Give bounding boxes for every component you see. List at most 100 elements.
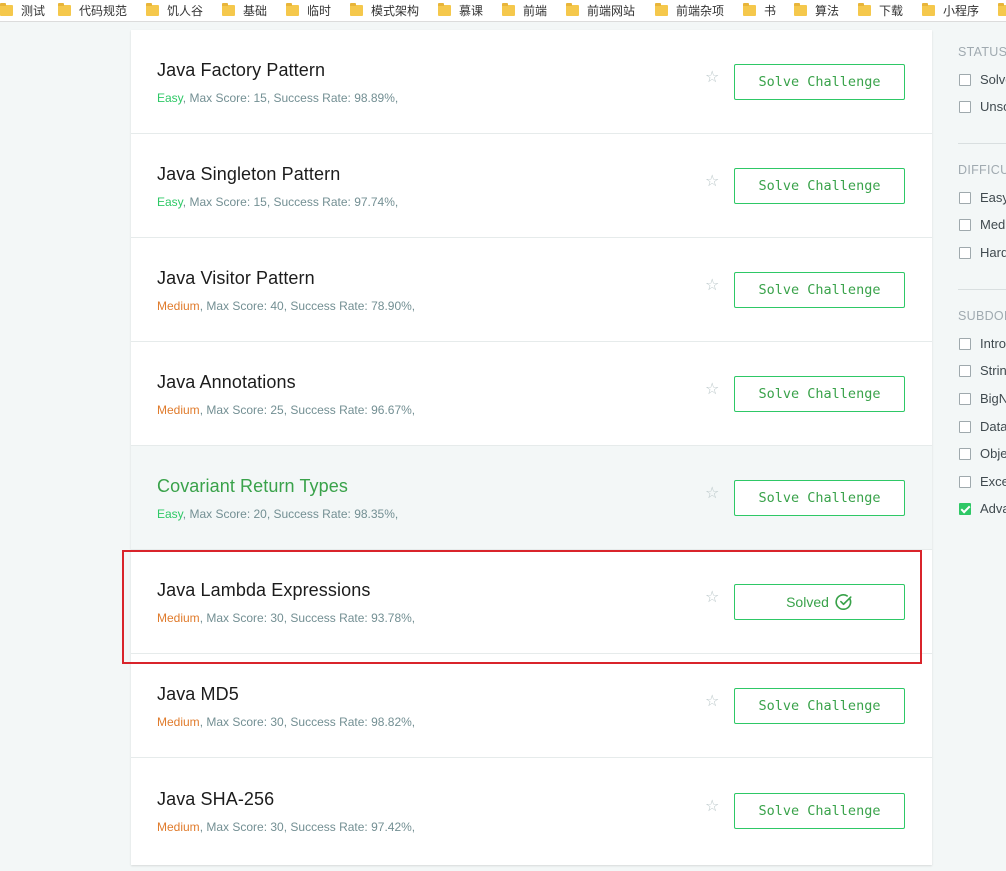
- score-rate: , Max Score: 30, Success Rate: 93.78%,: [199, 611, 416, 625]
- subdomain-option[interactable]: Strin: [959, 363, 1006, 378]
- bookmark-label: 临时: [307, 4, 332, 18]
- checkbox[interactable]: [959, 475, 971, 488]
- challenge-row[interactable]: Covariant Return Types Easy, Max Score: …: [131, 446, 932, 550]
- bookmark-star-icon[interactable]: ☆: [705, 694, 721, 710]
- checkbox[interactable]: [959, 364, 971, 377]
- solve-challenge-button[interactable]: Solve Challenge: [734, 480, 905, 516]
- difficulty-option[interactable]: Easy: [959, 190, 1006, 205]
- difficulty-label: Medium: [157, 611, 200, 625]
- bookmark-folder[interactable]: 算法: [794, 2, 839, 19]
- solve-challenge-button[interactable]: Solve Challenge: [734, 793, 905, 829]
- difficulty-label: Easy: [157, 91, 183, 105]
- bookmark-label: 下载: [879, 4, 904, 18]
- challenge-row[interactable]: Java Factory Pattern Easy, Max Score: 15…: [131, 30, 932, 134]
- bookmark-folder[interactable]: 书: [743, 2, 776, 19]
- challenge-row[interactable]: Java Visitor Pattern Medium, Max Score: …: [131, 238, 932, 342]
- bookmark-star-icon[interactable]: ☆: [705, 70, 721, 86]
- solve-challenge-button[interactable]: Solve Challenge: [734, 376, 905, 412]
- challenge-row[interactable]: Java MD5 Medium, Max Score: 30, Success …: [131, 654, 932, 758]
- bookmark-folder[interactable]: 基础: [222, 2, 267, 19]
- folder-icon: [286, 3, 299, 16]
- solve-challenge-button[interactable]: Solve Challenge: [734, 688, 905, 724]
- bookmark-folder[interactable]: 测试: [0, 2, 45, 19]
- bookmark-star-icon[interactable]: ☆: [705, 174, 721, 190]
- bookmark-folder[interactable]: 下载: [858, 2, 903, 19]
- folder-icon: [0, 3, 13, 16]
- bookmark-star-icon[interactable]: ☆: [705, 590, 721, 606]
- bookmark-star-icon[interactable]: ☆: [705, 278, 721, 294]
- subdomain-option[interactable]: Data: [959, 419, 1006, 434]
- challenge-meta: Medium, Max Score: 30, Success Rate: 93.…: [157, 611, 415, 625]
- subdomain-option[interactable]: BigN: [959, 391, 1006, 406]
- bookmark-folder[interactable]: [998, 3, 1006, 16]
- bookmark-folder[interactable]: 代码规范: [58, 2, 127, 19]
- subdomain-option[interactable]: Intro: [959, 336, 1006, 351]
- option-label: Solve: [980, 72, 1006, 87]
- checkbox[interactable]: [959, 420, 971, 433]
- subdomain-option[interactable]: Obje: [959, 446, 1006, 461]
- status-option[interactable]: Solve: [959, 72, 1006, 87]
- solve-challenge-button[interactable]: Solve Challenge: [734, 64, 905, 100]
- folder-icon: [502, 3, 515, 16]
- subdomain-option[interactable]: Adva: [959, 501, 1006, 516]
- folder-icon: [222, 3, 235, 16]
- checkbox[interactable]: [959, 218, 971, 231]
- bookmark-star-icon[interactable]: ☆: [705, 382, 721, 398]
- challenge-title[interactable]: Java Annotations: [157, 372, 296, 393]
- challenge-row[interactable]: Java Annotations Medium, Max Score: 25, …: [131, 342, 932, 446]
- option-label: Easy: [980, 190, 1006, 205]
- bookmark-label: 前端: [523, 4, 548, 18]
- bookmark-star-icon[interactable]: ☆: [705, 486, 721, 502]
- bookmark-folder[interactable]: 前端杂项: [655, 2, 724, 19]
- option-label: Obje: [980, 446, 1006, 461]
- challenge-meta: Easy, Max Score: 15, Success Rate: 98.89…: [157, 91, 398, 105]
- bookmark-label: 慕课: [459, 4, 484, 18]
- checkbox[interactable]: [959, 191, 971, 204]
- challenge-row[interactable]: Java Lambda Expressions Medium, Max Scor…: [131, 550, 932, 654]
- folder-icon: [438, 3, 451, 16]
- checkbox-checked[interactable]: [959, 502, 971, 515]
- bookmark-folder[interactable]: 前端网站: [566, 2, 635, 19]
- bookmarks-bar: 测试 代码规范 饥人谷 基础 临时 模式架构 慕课 前端 前端网站 前端杂项 书…: [0, 0, 1006, 22]
- challenge-meta: Easy, Max Score: 15, Success Rate: 97.74…: [157, 195, 398, 209]
- challenge-meta: Easy, Max Score: 20, Success Rate: 98.35…: [157, 507, 398, 521]
- checkbox[interactable]: [959, 73, 971, 86]
- folder-icon: [794, 3, 807, 16]
- difficulty-option[interactable]: Hard: [959, 245, 1006, 260]
- bookmark-folder[interactable]: 前端: [502, 2, 547, 19]
- challenge-title[interactable]: Java Visitor Pattern: [157, 268, 315, 289]
- challenge-title[interactable]: Java SHA-256: [157, 789, 274, 810]
- solve-challenge-button[interactable]: Solve Challenge: [734, 168, 905, 204]
- difficulty-option[interactable]: Med: [959, 217, 1005, 232]
- checkbox[interactable]: [959, 392, 971, 405]
- challenge-title[interactable]: Java Singleton Pattern: [157, 164, 340, 185]
- checkbox[interactable]: [959, 246, 971, 259]
- bookmark-folder[interactable]: 小程序: [922, 2, 979, 19]
- bookmark-label: 前端网站: [587, 4, 636, 18]
- bookmark-label: 模式架构: [371, 4, 420, 18]
- status-section-title: STATUS: [958, 45, 1006, 59]
- bookmark-star-icon[interactable]: ☆: [705, 799, 721, 815]
- difficulty-section-title: DIFFICU: [958, 163, 1006, 177]
- challenge-row[interactable]: Java SHA-256 Medium, Max Score: 30, Succ…: [131, 759, 932, 863]
- score-rate: , Max Score: 40, Success Rate: 78.90%,: [199, 299, 416, 313]
- bookmark-folder[interactable]: 饥人谷: [146, 2, 203, 19]
- checkbox[interactable]: [959, 447, 971, 460]
- filter-sidebar: STATUS Solve Unso DIFFICU Easy Med Hard …: [948, 30, 1006, 871]
- bookmark-folder[interactable]: 慕课: [438, 2, 483, 19]
- challenge-title[interactable]: Java Lambda Expressions: [157, 580, 370, 601]
- challenge-title[interactable]: Covariant Return Types: [157, 476, 348, 497]
- challenge-title[interactable]: Java Factory Pattern: [157, 60, 325, 81]
- solve-challenge-button[interactable]: Solve Challenge: [734, 272, 905, 308]
- checkbox[interactable]: [959, 100, 971, 113]
- challenge-row[interactable]: Java Singleton Pattern Easy, Max Score: …: [131, 134, 932, 238]
- checkbox[interactable]: [959, 337, 971, 350]
- status-option[interactable]: Unso: [959, 99, 1006, 114]
- subdomain-section-title: SUBDOM: [958, 309, 1006, 323]
- challenge-title[interactable]: Java MD5: [157, 684, 239, 705]
- score-rate: , Max Score: 25, Success Rate: 96.67%,: [199, 403, 416, 417]
- solved-button[interactable]: Solved: [734, 584, 905, 620]
- bookmark-folder[interactable]: 模式架构: [350, 2, 419, 19]
- bookmark-folder[interactable]: 临时: [286, 2, 331, 19]
- subdomain-option[interactable]: Exce: [959, 474, 1006, 489]
